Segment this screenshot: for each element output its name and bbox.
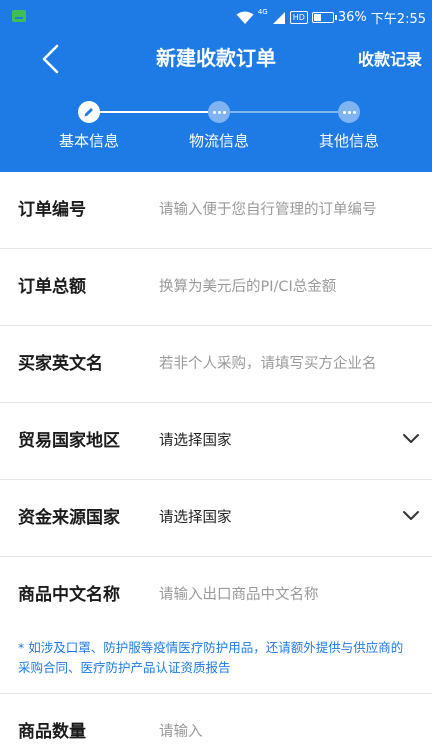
order-no-row[interactable]: 订单编号 请输入便于您自行管理的订单编号 — [0, 172, 432, 249]
signal-icon — [272, 11, 285, 24]
battery-icon — [311, 12, 337, 23]
clock: 下午2:55 — [370, 12, 426, 27]
battery-level — [313, 14, 322, 21]
order-total-row[interactable]: 订单总额 换算为美元后的PI/CI总金额 — [0, 249, 432, 326]
fund-country-label: 资金来源国家 — [18, 508, 120, 528]
order-no-input[interactable]: 请输入便于您自行管理的订单编号 — [159, 172, 377, 249]
hd-badge: HD — [289, 11, 308, 24]
order-total-label: 订单总额 — [18, 277, 86, 297]
step-label-other[interactable]: 其他信息 — [299, 130, 399, 152]
dots-icon — [342, 110, 356, 114]
medical-notice: * 如涉及口罩、防护服等疫情医疗防护用品，还请额外提供与供应商的采购合同、医疗防… — [0, 634, 432, 694]
app-notification-icon — [12, 10, 26, 22]
product-cn-input[interactable]: 请输入出口商品中文名称 — [159, 557, 319, 634]
step-1-marker[interactable] — [78, 101, 100, 123]
buyer-name-row[interactable]: 买家英文名 若非个人采购，请填写买方企业名 — [0, 326, 432, 403]
buyer-name-label: 买家英文名 — [18, 354, 103, 374]
wifi-icon — [236, 11, 254, 24]
step-3-marker[interactable] — [338, 101, 360, 123]
trade-country-row[interactable]: 贸易国家地区 请选择国家 — [0, 403, 432, 480]
order-form: 订单编号 请输入便于您自行管理的订单编号 订单总额 换算为美元后的PI/CI总金… — [0, 172, 432, 746]
quantity-row[interactable]: 商品数量 请输入 — [0, 694, 432, 746]
fund-country-row[interactable]: 资金来源国家 请选择国家 — [0, 480, 432, 557]
network-type: 4G — [257, 8, 268, 16]
battery-percent: 36% — [337, 10, 367, 25]
progress-steps: 基本信息 物流信息 其他信息 — [0, 96, 432, 156]
step-connector-2 — [230, 111, 338, 113]
step-connector-1 — [100, 111, 208, 113]
header-bar: 4G HD 36% 下午2:55 新建收款订单 收款记录 基本信息 物流信息 其… — [0, 0, 432, 172]
fund-country-select[interactable]: 请选择国家 — [159, 480, 232, 557]
status-bar: 4G HD 36% 下午2:55 — [0, 0, 432, 34]
step-label-logistics[interactable]: 物流信息 — [169, 130, 269, 152]
chevron-down-icon[interactable] — [402, 510, 420, 522]
pencil-icon — [84, 108, 93, 117]
step-2-marker[interactable] — [208, 101, 230, 123]
trade-country-select[interactable]: 请选择国家 — [159, 403, 232, 480]
step-label-basic[interactable]: 基本信息 — [39, 130, 139, 152]
records-link[interactable]: 收款记录 — [358, 48, 422, 72]
order-no-label: 订单编号 — [18, 200, 86, 220]
product-cn-row[interactable]: 商品中文名称 请输入出口商品中文名称 — [0, 557, 432, 634]
product-cn-label: 商品中文名称 — [18, 585, 120, 605]
order-total-input[interactable]: 换算为美元后的PI/CI总金额 — [159, 249, 336, 326]
dots-icon — [212, 110, 226, 114]
quantity-label: 商品数量 — [18, 722, 86, 742]
buyer-name-input[interactable]: 若非个人采购，请填写买方企业名 — [159, 326, 377, 403]
quantity-input[interactable]: 请输入 — [159, 694, 203, 746]
status-indicators: 4G HD 36% 下午2:55 — [236, 8, 426, 27]
trade-country-label: 贸易国家地区 — [18, 431, 120, 451]
chevron-down-icon[interactable] — [402, 433, 420, 445]
